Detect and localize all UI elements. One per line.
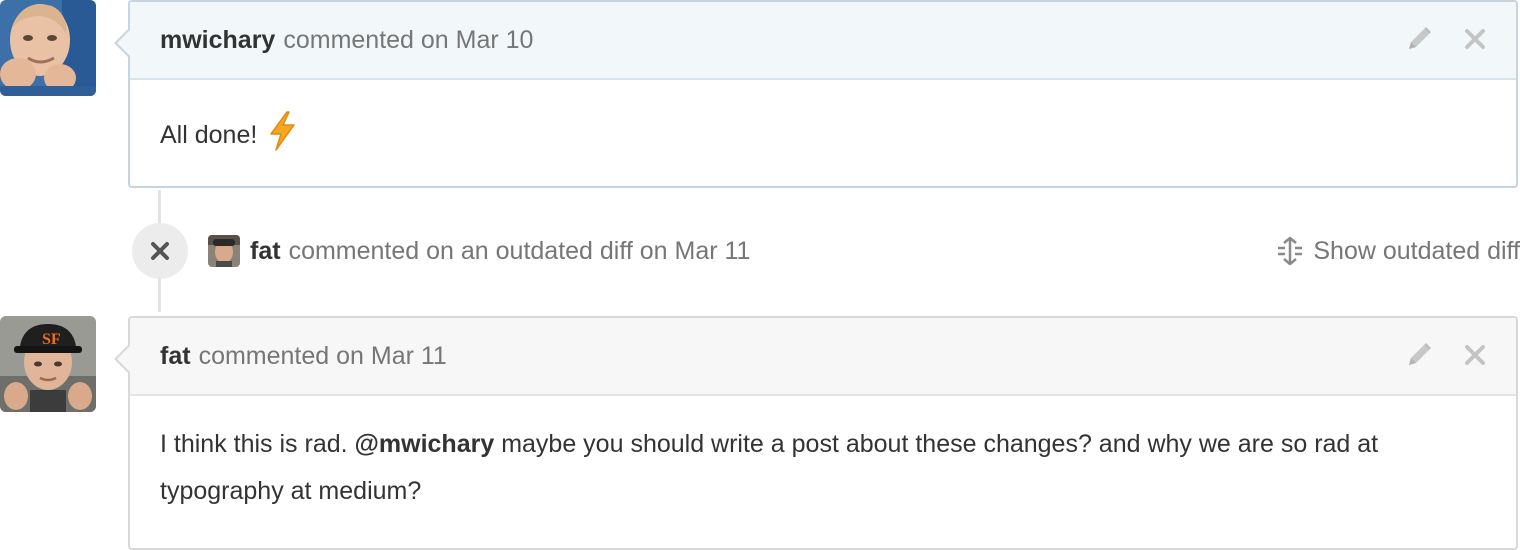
show-outdated-diff-link[interactable]: Show outdated diff (1275, 234, 1520, 268)
comment-pointer-arrow (114, 344, 130, 374)
delete-close-icon[interactable] (1460, 24, 1490, 54)
comment-header: mwichary commented on Mar 10 (130, 2, 1516, 80)
avatar-fat-image: SF (0, 316, 96, 412)
comment-body: I think this is rad. @mwichary maybe you… (130, 396, 1516, 515)
avatar-mwichary-image (0, 0, 96, 96)
svg-text:SF: SF (42, 331, 61, 348)
event-author[interactable]: fat (250, 237, 281, 266)
comment-author[interactable]: fat (160, 342, 191, 371)
zap-icon (267, 111, 297, 151)
avatar-fat-small[interactable] (208, 235, 240, 267)
avatar-mwichary[interactable] (0, 0, 96, 96)
comment-card-mwichary: mwichary commented on Mar 10 All done! (114, 0, 1518, 188)
event-text: commented on an outdated diff on Mar 11 (288, 236, 751, 265)
comment-body: All done! (130, 80, 1516, 159)
outdated-diff-event: fat commented on an outdated diff on Mar… (208, 234, 750, 268)
unfold-icon (1278, 236, 1303, 266)
comment-timestamp[interactable]: commented on Mar 11 (199, 342, 447, 371)
comment-text-before-mention: I think this is rad. (160, 430, 348, 458)
user-mention-link[interactable]: @mwichary (355, 430, 495, 458)
comment-header: fat commented on Mar 11 (130, 318, 1516, 396)
comment-actions (1404, 24, 1490, 54)
comment-text: All done! (160, 121, 258, 149)
delete-close-icon[interactable] (1460, 340, 1490, 370)
timeline-badge (132, 223, 188, 279)
timeline-connector-bottom (158, 278, 161, 312)
edit-pencil-icon[interactable] (1404, 340, 1434, 370)
comment-actions (1404, 340, 1490, 370)
avatar-fat[interactable]: SF (0, 316, 96, 412)
edit-pencil-icon[interactable] (1404, 24, 1434, 54)
comment-card-fat: fat commented on Mar 11 I think this is … (114, 316, 1518, 550)
show-outdated-diff-label[interactable]: Show outdated diff (1313, 237, 1520, 266)
timeline-connector-top (158, 190, 161, 224)
comment-timestamp[interactable]: commented on Mar 10 (283, 26, 533, 55)
comment-pointer-arrow (114, 28, 130, 58)
comment-author[interactable]: mwichary (160, 26, 275, 55)
x-icon (151, 242, 169, 260)
